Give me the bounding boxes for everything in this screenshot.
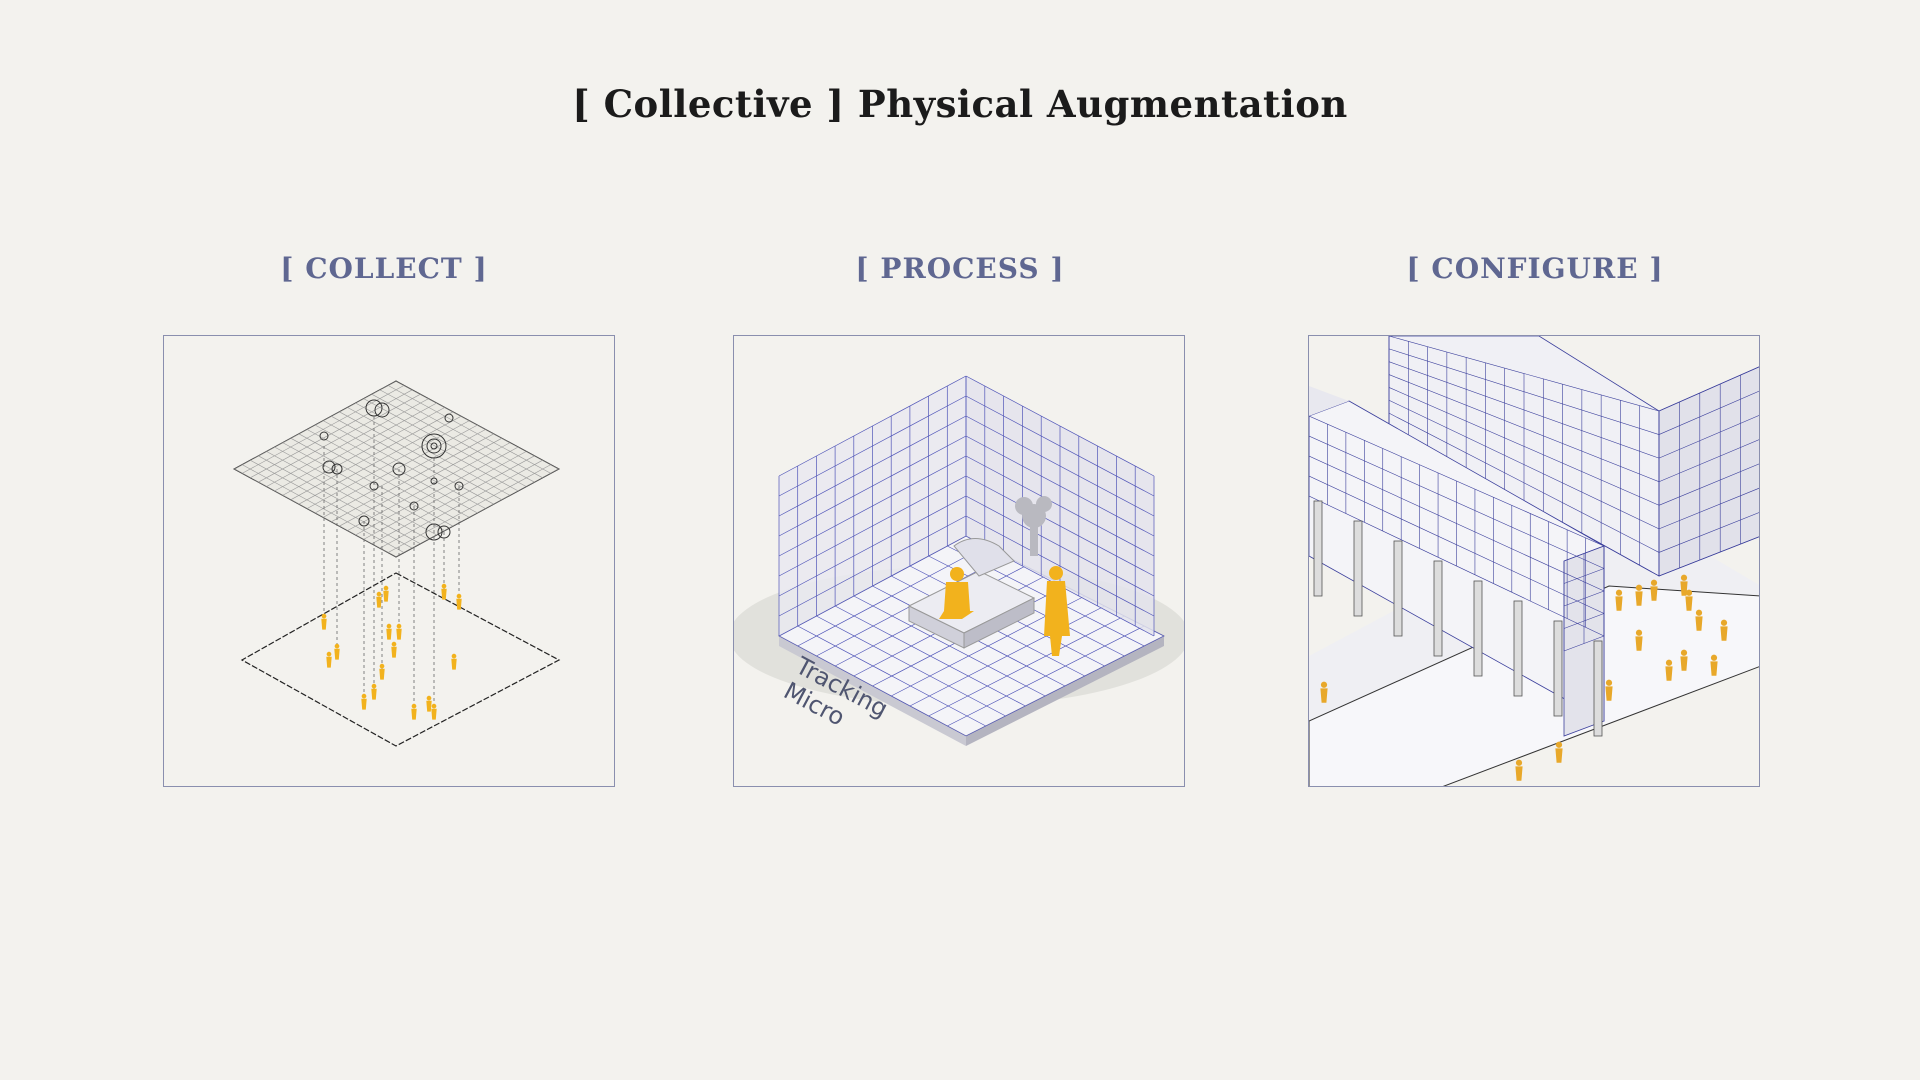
- heading-process: [ PROCESS ]: [855, 252, 1065, 285]
- page-title: [ Collective ] Physical Augmentation: [572, 82, 1348, 126]
- process-diagram: Tracking Micro: [734, 375, 1184, 746]
- process-diagram-panel: Tracking Micro: [733, 335, 1185, 787]
- heading-collect: [ COLLECT ]: [280, 252, 488, 285]
- people-figures: [321, 583, 462, 720]
- ground-plane: [240, 572, 561, 747]
- collect-diagram-panel: [163, 335, 615, 787]
- page: [ Collective ] Physical Augmentation [ C…: [0, 0, 1920, 1080]
- sensor-grid: [234, 381, 559, 557]
- configure-diagram-panel: [1308, 335, 1760, 787]
- heading-configure: [ CONFIGURE ]: [1406, 252, 1664, 285]
- collect-diagram: [232, 380, 561, 747]
- configure-diagram: [1309, 336, 1759, 786]
